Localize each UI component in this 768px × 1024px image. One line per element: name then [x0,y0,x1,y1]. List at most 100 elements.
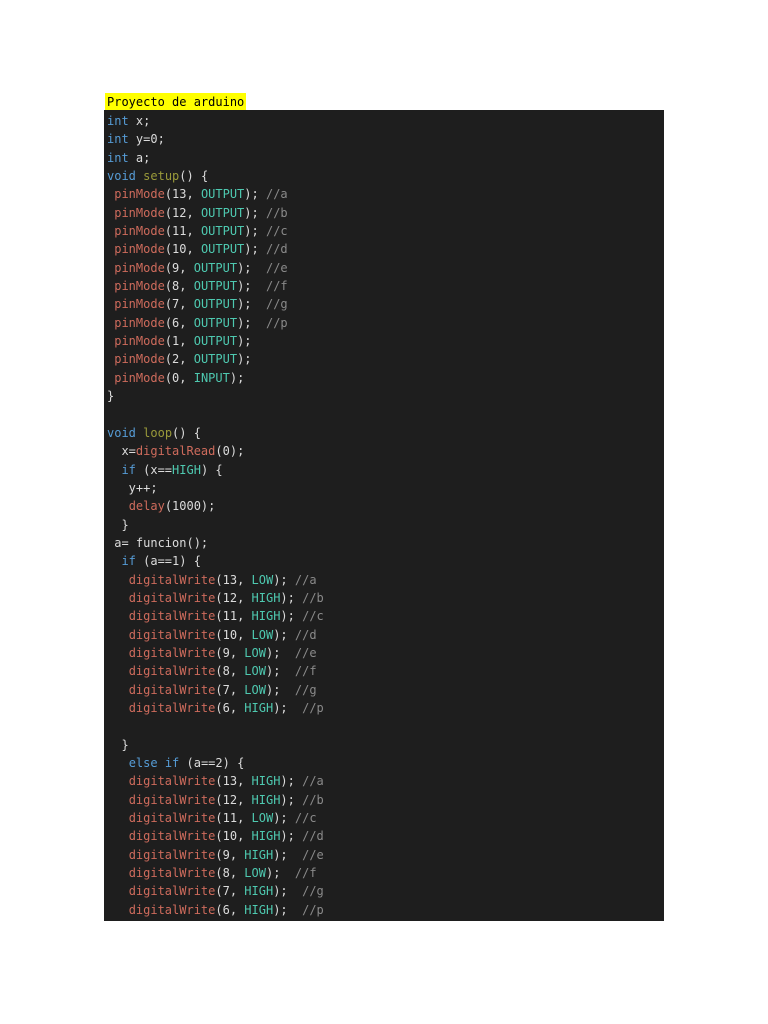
code-text: (11, [215,609,252,624]
code-line: pinMode(2, OUTPUT); [107,350,664,368]
code-line: a= funcion(); [107,534,664,552]
code-text: x; [128,114,151,128]
constant: OUTPUT [193,315,238,330]
constant: OUTPUT [193,297,238,312]
constant: HIGH [244,902,274,917]
code-text: } [107,737,129,752]
code-text: ); [244,224,266,239]
constant: HIGH [251,590,281,605]
comment: //f [294,664,317,679]
code-text: (1, [164,334,194,349]
function-name: digitalWrite [128,664,216,679]
comment: //g [294,682,317,697]
function-name: digitalWrite [128,902,216,917]
code-text: ); [273,847,303,862]
comment: //g [265,297,288,312]
comment: //p [302,902,324,917]
code-text: ); [244,205,266,220]
code-text: y++; [107,480,158,495]
code-text: ); [273,572,295,587]
code-line: pinMode(9, OUTPUT); //e [107,259,664,277]
function-name: pinMode [114,205,165,220]
code-text: (6, [215,902,245,917]
code-text: ); [280,609,303,624]
code-text: (13, [215,774,252,789]
constant: LOW [251,572,274,587]
code-line: if (x==HIGH) { [107,461,664,479]
constant: INPUT [193,370,230,385]
code-line: pinMode(1, OUTPUT); [107,332,664,350]
code-line: pinMode(11, OUTPUT); //c [107,222,664,240]
code-text: (7, [215,682,245,697]
function-name: pinMode [114,187,165,202]
code-text: ); [237,334,252,349]
code-line: digitalWrite(13, LOW); //a [107,571,664,589]
function-name: digitalWrite [128,774,216,789]
comment: //e [302,847,324,862]
function-name: pinMode [114,370,165,385]
code-text: (0); [215,444,245,459]
code-text: (8, [164,279,194,294]
code-text: (a==1) { [135,554,201,569]
code-text: ); [265,664,295,679]
keyword: void [107,169,136,184]
code-line: void setup() { [107,167,664,185]
function-name: digitalWrite [128,627,216,642]
code-line: digitalWrite(6, HIGH); //p [107,699,664,717]
comment: //c [302,609,324,624]
comment: //g [302,884,324,899]
code-text: (13, [215,572,252,587]
code-text: } [107,389,115,404]
function-name: digitalWrite [128,609,216,624]
function-name: pinMode [114,242,165,257]
comment: //f [294,866,317,881]
code-text: (1000); [164,499,216,514]
code-text: ); [244,242,266,257]
code-text: ); [237,279,266,294]
constant: LOW [251,811,274,826]
code-text: (8, [215,866,245,881]
code-text: ) { [200,462,223,477]
code-text: ); [273,884,303,899]
code-text: (10, [215,829,252,844]
code-text: (0, [164,370,194,385]
keyword: else [128,756,158,771]
comment: //c [294,811,317,826]
code-line: pinMode(6, OUTPUT); //p [107,314,664,332]
code-text: ); [273,701,303,715]
code-text: ); [237,297,266,312]
constant: LOW [244,645,266,660]
code-text: ); [280,590,303,605]
code-text: ); [273,902,303,917]
function-name: digitalWrite [128,701,216,715]
code-line: digitalWrite(6, HIGH); //p [107,901,664,919]
constant: OUTPUT [193,352,238,367]
function-definition: setup [143,169,180,184]
code-text: ); [237,260,266,275]
code-line: digitalWrite(10, LOW); //d [107,626,664,644]
function-name: digitalWrite [128,682,216,697]
constant: LOW [244,664,266,679]
code-text: ); [237,352,252,367]
comment: //b [302,792,324,807]
function-name: pinMode [114,279,165,294]
code-text: (2, [164,352,194,367]
code-text: x= [107,444,136,459]
comment: //e [294,645,317,660]
code-text: ); [265,682,295,697]
code-text: (8, [215,664,245,679]
comment: //p [265,315,288,330]
code-text: (13, [164,187,201,202]
